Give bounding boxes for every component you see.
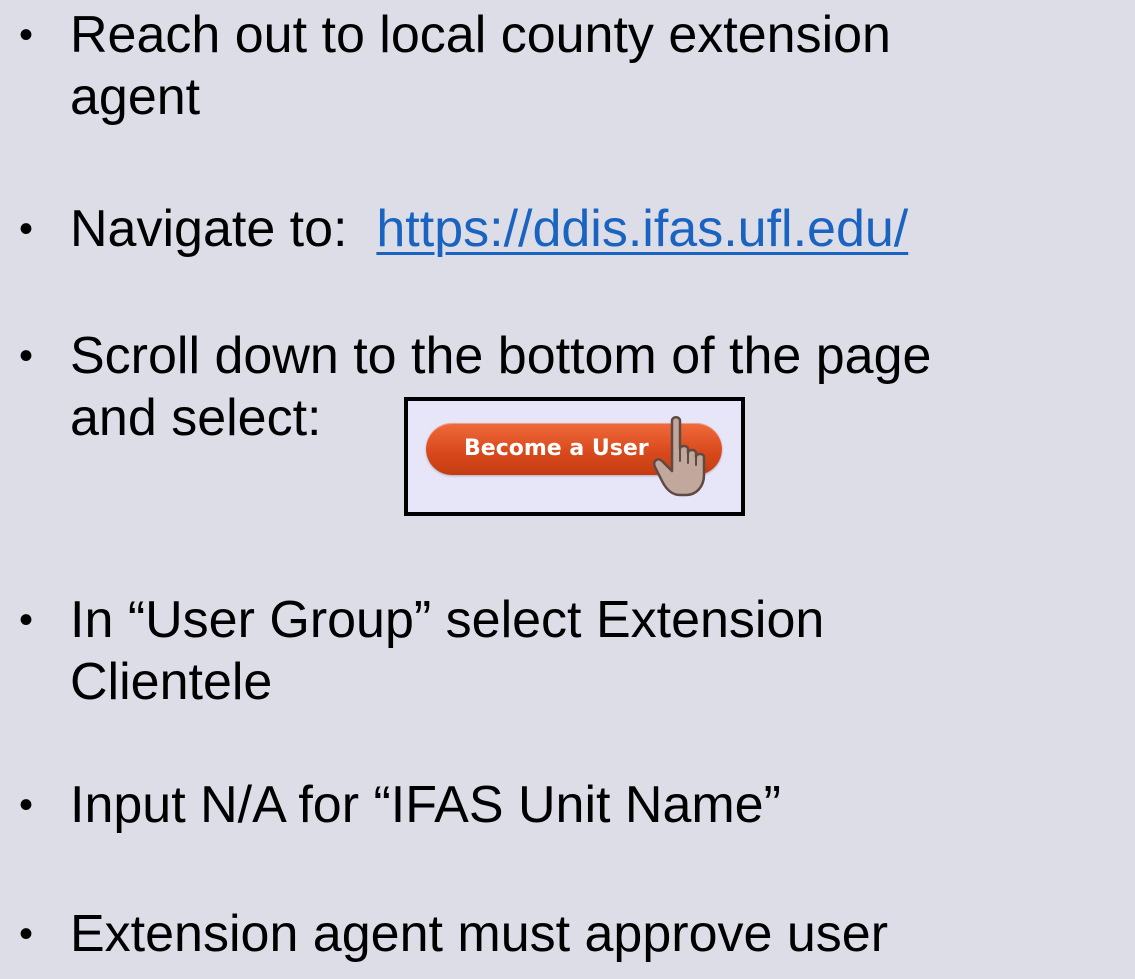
- bullet-line: In “User Group” select Extension: [70, 591, 825, 649]
- bullet-text: Input N/A for “IFAS Unit Name”: [70, 774, 1130, 836]
- navigate-prefix: Navigate to:: [70, 200, 377, 258]
- bullet-marker: •: [19, 912, 34, 956]
- bullet-marker: •: [19, 334, 34, 378]
- bullet-line: Reach out to local county extension: [70, 6, 891, 64]
- bullet-marker: •: [19, 598, 34, 642]
- bullet-marker: •: [19, 207, 34, 251]
- pointer-hand-icon: [653, 416, 706, 497]
- bullet-text: Reach out to local county extension agen…: [70, 4, 1130, 128]
- bullet-line: Clientele: [70, 653, 273, 711]
- become-user-label: Become a User: [464, 436, 649, 461]
- bullet-text: Extension agent must approve user: [70, 903, 1130, 965]
- bullet-line: Input N/A for “IFAS Unit Name”: [70, 776, 781, 834]
- become-user-screenshot: Become a User: [404, 397, 745, 516]
- bullet-line: Extension agent must approve user: [70, 905, 889, 963]
- bullet-line: agent: [70, 68, 201, 126]
- ddis-link[interactable]: https://ddis.ifas.ufl.edu/: [376, 200, 908, 258]
- bullet-marker: •: [19, 783, 34, 827]
- bullet-marker: •: [19, 13, 34, 57]
- bullet-text: In “User Group” select Extension Cliente…: [70, 589, 1130, 713]
- instruction-slide: • Reach out to local county extension ag…: [0, 0, 1135, 979]
- bullet-line: Scroll down to the bottom of the page: [70, 327, 932, 385]
- bullet-line: Navigate to: https://ddis.ifas.ufl.edu/: [70, 198, 1130, 260]
- bullet-text: Navigate to: https://ddis.ifas.ufl.edu/: [70, 198, 1130, 260]
